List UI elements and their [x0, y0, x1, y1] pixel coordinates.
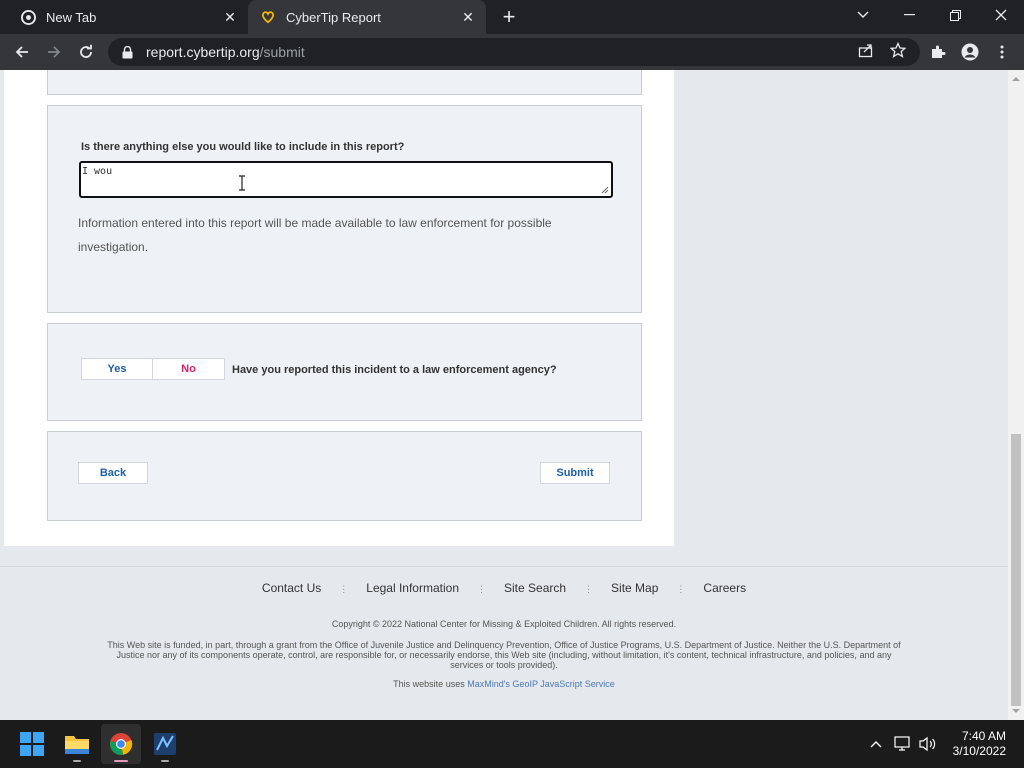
chrome-taskbar-icon[interactable]	[101, 724, 141, 764]
extensions-puzzle-icon[interactable]	[926, 40, 950, 64]
form-navigation-panel: Back Submit	[47, 431, 642, 521]
active-indicator	[114, 760, 128, 762]
url-text: report.cybertip.org/submit	[146, 44, 305, 60]
forward-arrow-icon[interactable]	[42, 40, 66, 64]
reported-question: Have you reported this incident to a law…	[232, 364, 557, 376]
footer-link-site-search[interactable]: Site Search	[486, 581, 584, 595]
address-bar[interactable]: report.cybertip.org/submit	[108, 38, 920, 66]
running-indicator	[73, 760, 81, 762]
back-button[interactable]: Back	[78, 462, 148, 484]
menu-kebab-icon[interactable]	[990, 40, 1014, 64]
footer-link-site-map[interactable]: Site Map	[593, 581, 676, 595]
tab-search-chevron-icon[interactable]	[840, 0, 886, 30]
geoip-prefix: This website uses	[393, 679, 468, 689]
reload-icon[interactable]	[74, 40, 98, 64]
new-tab-button[interactable]: +	[498, 6, 520, 28]
scroll-down-arrow-icon[interactable]	[1012, 707, 1020, 715]
footer-link-careers[interactable]: Careers	[685, 581, 764, 595]
geoip-notice: This website uses MaxMind's GeoIP JavaSc…	[0, 679, 1008, 689]
funding-disclaimer: This Web site is funded, in part, throug…	[107, 640, 901, 670]
tab-strip: New Tab ✕ CyberTip Report ✕ +	[0, 0, 1024, 34]
tab-cybertip-report[interactable]: CyberTip Report ✕	[248, 0, 486, 34]
lock-icon	[120, 45, 134, 59]
text-cursor-icon	[239, 175, 245, 191]
footer-divider	[0, 566, 1008, 567]
tab-new-tab[interactable]: New Tab ✕	[8, 0, 248, 34]
profile-avatar-icon[interactable]	[958, 40, 982, 64]
restore-icon[interactable]	[932, 0, 978, 30]
tray-overflow-chevron-icon[interactable]	[866, 734, 886, 754]
reported-yes-button[interactable]: Yes	[81, 358, 153, 380]
report-form-card: Is there anything else you would like to…	[4, 70, 674, 546]
reported-no-button[interactable]: No	[153, 358, 225, 380]
law-enforcement-notice: Information entered into this report wil…	[78, 216, 552, 254]
additional-info-label: Is there anything else you would like to…	[81, 141, 405, 153]
footer-separator: ⋮	[477, 584, 486, 594]
geoip-link[interactable]: MaxMind's GeoIP JavaScript Service	[467, 679, 615, 689]
clock-date: 3/10/2022	[952, 744, 1006, 758]
resize-grip-icon[interactable]	[601, 186, 609, 194]
close-icon[interactable]: ✕	[458, 7, 478, 27]
footer-links: Contact Us ⋮ Legal Information ⋮ Site Search…	[0, 581, 1008, 595]
additional-info-textarea[interactable]: I wou	[79, 161, 613, 198]
bookmark-star-icon[interactable]	[888, 40, 908, 60]
page-scrollbar[interactable]	[1008, 70, 1024, 720]
file-explorer-icon[interactable]	[57, 724, 97, 764]
clock-time: 7:40 AM	[961, 729, 1006, 743]
submit-button[interactable]: Submit	[540, 462, 610, 484]
back-arrow-icon[interactable]	[10, 40, 34, 64]
footer-separator: ⋮	[584, 584, 594, 594]
close-icon[interactable]: ✕	[220, 7, 240, 27]
url-host: report.cybertip.org	[146, 44, 260, 60]
additional-info-panel: Is there anything else you would like to…	[47, 105, 642, 313]
reported-incident-panel: Yes No Have you reported this incident t…	[47, 323, 642, 421]
cybertip-heart-icon	[260, 9, 276, 25]
running-indicator	[161, 760, 169, 762]
scroll-up-arrow-icon[interactable]	[1012, 75, 1020, 83]
textarea-value: I wou	[82, 166, 113, 177]
url-path: /submit	[259, 44, 305, 60]
volume-icon[interactable]	[918, 734, 938, 754]
windows-taskbar: 7:40 AM 3/10/2022	[0, 720, 1024, 768]
footer-separator: ⋮	[339, 584, 349, 594]
page-viewport: Is there anything else you would like to…	[0, 70, 1008, 720]
tab-title: CyberTip Report	[286, 9, 381, 25]
browser-toolbar: report.cybertip.org/submit	[0, 34, 1024, 70]
system-clock[interactable]: 7:40 AM 3/10/2022	[953, 729, 1006, 759]
footer-link-contact-us[interactable]: Contact Us	[244, 581, 339, 595]
window-close-icon[interactable]	[978, 0, 1024, 30]
scrollbar-thumb[interactable]	[1011, 434, 1021, 706]
previous-section-panel	[47, 70, 642, 95]
share-icon[interactable]	[856, 40, 876, 60]
copyright-text: Copyright © 2022 National Center for Mis…	[331, 619, 677, 629]
footer-link-legal-information[interactable]: Legal Information	[348, 581, 477, 595]
windows-start-icon[interactable]	[12, 724, 52, 764]
tab-title: New Tab	[46, 9, 97, 25]
app-icon[interactable]	[145, 724, 185, 764]
chrome-icon	[20, 9, 36, 25]
network-icon[interactable]	[893, 734, 913, 754]
minimize-icon[interactable]	[886, 0, 932, 30]
